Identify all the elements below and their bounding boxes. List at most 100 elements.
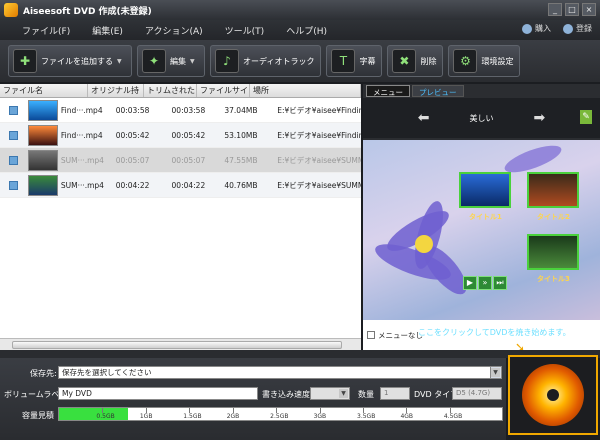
row-checkbox[interactable] (0, 105, 28, 115)
table-row[interactable]: Find···.mp4 00:05:42 00:05:42 53.10MB E:¥ビデオ… (0, 123, 361, 148)
register-link[interactable]: 登録 (563, 23, 592, 34)
title-label-1: タイトル1 (469, 213, 502, 221)
no-menu-checkbox[interactable] (367, 331, 375, 339)
flower-center (415, 235, 433, 253)
file-name: SUM···.mp4 (60, 155, 104, 165)
preview-panel: メニュー プレビュー ⬅ 美しい ➡ ✎ タイトル1 タイトル2 タイトル3 ▶… (363, 84, 600, 350)
file-location: E:¥ビデオ¥aisee¥Finding··· (277, 105, 361, 115)
burn-speed-select[interactable]: ▼ (310, 387, 350, 400)
save-to-dropdown[interactable]: ▼ (490, 366, 502, 379)
gear-icon: ⚙ (453, 49, 478, 73)
edit-button[interactable]: ✦ 編集 ▼ (137, 45, 205, 77)
purchase-link[interactable]: 購入 (522, 23, 551, 34)
tab-menu[interactable]: メニュー (366, 85, 410, 97)
last-icon[interactable]: ⏭ (493, 276, 507, 290)
check-icon (9, 130, 19, 140)
dvd-type-select[interactable]: D5 (4.7G) (452, 387, 502, 400)
add-file-icon: ✚ (13, 49, 37, 73)
maximize-button[interactable]: □ (565, 3, 579, 16)
menu-file[interactable]: ファイル(F) (22, 24, 70, 37)
table-row[interactable]: SUM···.mp4 00:05:07 00:05:07 47.55MB E:¥ビデオ¥… (0, 148, 361, 173)
arrow-left-icon[interactable]: ⬅ (418, 110, 430, 126)
volume-label-input[interactable]: My DVD (58, 387, 258, 400)
table-row[interactable]: SUM···.mp4 00:04:22 00:04:22 40.76MB E:¥ビデオ¥… (0, 173, 361, 198)
column-filename[interactable]: ファイル名 (0, 84, 88, 97)
capacity-tick-label: 4GB (400, 413, 414, 420)
file-size: 40.76MB (224, 180, 258, 190)
burn-hint: ここをクリックしてDVDを焼き始めます。 (418, 328, 571, 337)
capacity-tick-label: 2GB (226, 413, 240, 420)
column-trimmed-length[interactable]: トリムされた (144, 84, 197, 97)
title-thumbnail-1[interactable] (459, 172, 511, 208)
menu-tools[interactable]: ツール(T) (225, 24, 265, 37)
row-checkbox[interactable] (0, 130, 28, 140)
arrow-right-icon[interactable]: ➡ (534, 110, 546, 126)
column-location[interactable]: 場所 (250, 84, 361, 97)
row-checkbox[interactable] (0, 155, 28, 165)
key-icon (563, 23, 573, 34)
minimize-button[interactable]: _ (548, 3, 562, 16)
menu-help[interactable]: ヘルプ(H) (286, 24, 327, 37)
menu-edit[interactable]: 編集(E) (92, 24, 123, 37)
audio-track-label: オーディオトラック (243, 56, 315, 66)
edit-label: 編集 (170, 56, 186, 66)
burn-speed-label: 書き込み速度 (262, 390, 310, 399)
chevron-down-icon[interactable]: ▼ (117, 58, 125, 65)
file-list: ファイル名 オリジナル持 トリムされた ファイルサイ 場所 Find···.mp… (0, 84, 361, 350)
column-original-length[interactable]: オリジナル持 (88, 84, 144, 97)
copies-label: 数量 (358, 390, 374, 399)
subtitle-icon: T (331, 49, 356, 73)
delete-button[interactable]: ✖ 削除 (387, 45, 444, 77)
scrollbar-thumb[interactable] (12, 341, 342, 349)
trimmed-length: 00:05:07 (171, 155, 206, 165)
title-thumbnail-3[interactable] (527, 234, 579, 270)
file-name: SUM···.mp4 (60, 180, 104, 190)
subtitle-button[interactable]: T 字幕 (326, 45, 383, 77)
capacity-tick-label: 4.5GB (443, 413, 463, 420)
copies-select[interactable]: 1 (380, 387, 410, 400)
menu-action[interactable]: アクション(A) (145, 24, 203, 37)
video-thumbnail (27, 149, 58, 171)
column-file-size[interactable]: ファイルサイ (197, 84, 250, 97)
no-menu-label: メニューなし (378, 330, 423, 340)
next-icon[interactable]: » (478, 276, 492, 290)
row-checkbox[interactable] (0, 180, 28, 190)
delete-icon: ✖ (392, 49, 417, 73)
audio-track-button[interactable]: ♪ オーディオトラック (210, 45, 322, 77)
original-length: 00:03:58 (115, 105, 150, 115)
capacity-tick-label: 3.5GB (357, 413, 376, 420)
edit-menu-icon[interactable]: ✎ (580, 110, 592, 124)
toolbar: ✚ ファイルを追加する ▼ ✦ 編集 ▼ ♪ オーディオトラック T 字幕 ✖ … (0, 40, 600, 82)
magic-wand-icon: ✦ (142, 49, 166, 73)
file-location: E:¥ビデオ¥aisee¥SUMM··· (277, 155, 361, 165)
capacity-tick-label: 2.5GB (270, 413, 289, 420)
template-navigator: ⬅ 美しい ➡ ✎ (363, 98, 600, 138)
title-label-2: タイトル2 (537, 213, 570, 221)
purchase-label: 購入 (535, 24, 551, 33)
trimmed-length: 00:04:22 (171, 180, 206, 190)
chevron-down-icon[interactable]: ▼ (190, 58, 198, 65)
capacity-label: 容量見積 (22, 411, 54, 420)
capacity-bar: 0.5GB 1GB 1.5GB 2GB 2.5GB 3GB 3.5GB 4GB 4.5GB (58, 407, 503, 421)
burn-dvd-button[interactable] (508, 355, 598, 435)
play-icon[interactable]: ▶ (463, 276, 477, 290)
file-size: 53.10MB (224, 130, 258, 140)
close-button[interactable]: × (582, 3, 596, 16)
table-row[interactable]: Find···.mp4 00:03:58 00:03:58 37.04MB E:¥ビデオ… (0, 98, 361, 123)
menu-playback-buttons: ▶ » ⏭ (463, 276, 507, 290)
title-thumbnail-2[interactable] (527, 172, 579, 208)
original-length: 00:05:42 (115, 130, 150, 140)
video-thumbnail (27, 99, 58, 121)
preferences-button[interactable]: ⚙ 環境設定 (448, 45, 521, 77)
add-file-button[interactable]: ✚ ファイルを追加する ▼ (8, 45, 132, 77)
save-to-field[interactable]: 保存先を選択してください (58, 366, 502, 379)
tab-preview[interactable]: プレビュー (412, 85, 464, 97)
check-icon (9, 105, 19, 115)
video-thumbnail (27, 124, 58, 146)
capacity-tick-label: 3GB (313, 413, 327, 420)
save-to-label: 保存先: (30, 369, 57, 378)
video-thumbnail (27, 174, 58, 196)
horizontal-scrollbar[interactable] (0, 338, 361, 350)
chevron-down-icon: ▼ (491, 368, 500, 377)
capacity-tick-label: 0.5GB (96, 413, 115, 420)
